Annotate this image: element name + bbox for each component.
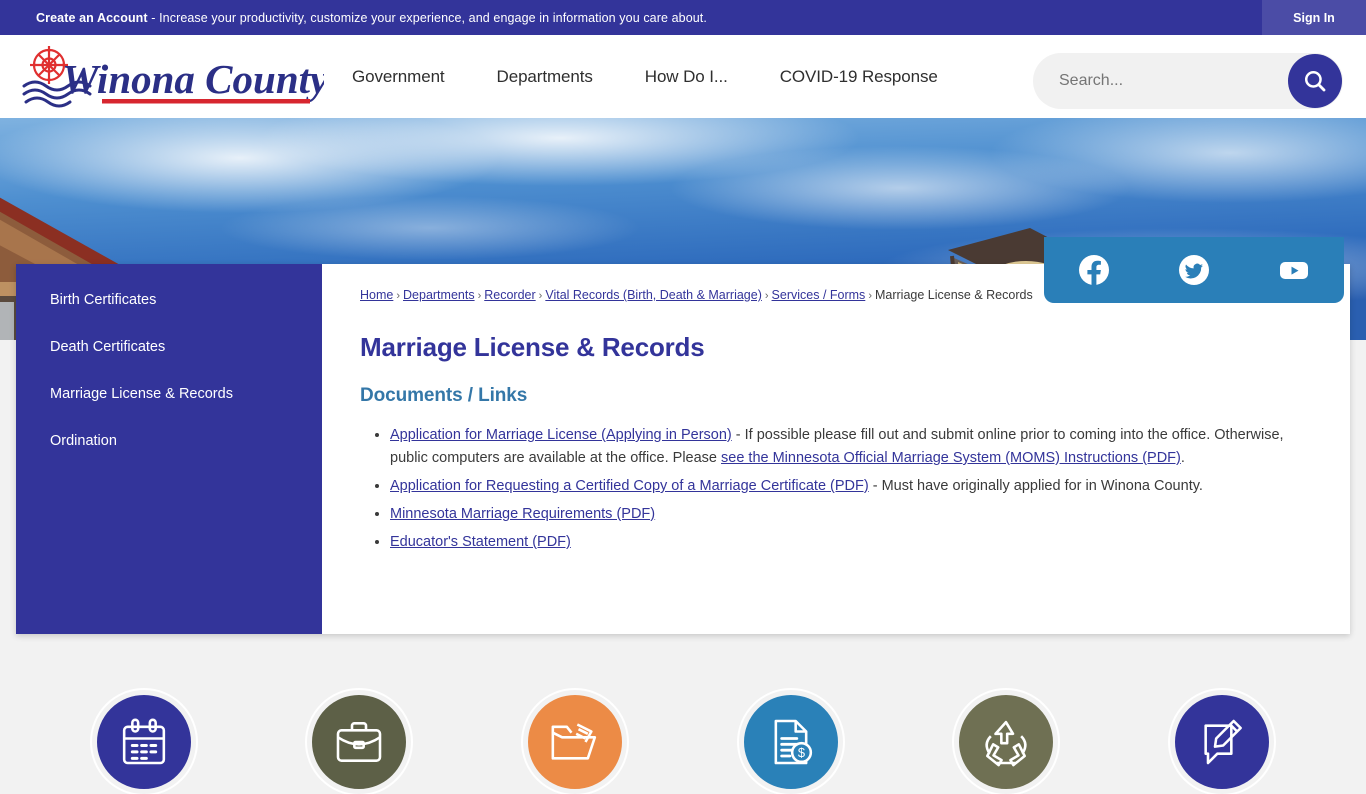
search-input[interactable]	[1059, 72, 1269, 90]
quicklinks-row: $	[0, 690, 1366, 794]
logo-wordmark: Winona County	[62, 56, 324, 102]
section-heading-documents-links: Documents / Links	[360, 385, 528, 406]
list-item: Educator's Statement (PDF)	[390, 531, 1320, 554]
site-header: Winona County Government Departments How…	[0, 35, 1366, 118]
sidebar-item-birth-certificates[interactable]: Birth Certificates	[16, 276, 322, 323]
twitter-icon[interactable]	[1178, 254, 1210, 286]
page-content-card: Birth Certificates Death Certificates Ma…	[16, 264, 1350, 634]
invoice-icon: $	[774, 719, 812, 765]
social-links-bar	[1044, 237, 1344, 303]
nav-item-departments[interactable]: Departments	[471, 67, 619, 87]
doc-description: - Must have originally applied for in Wi…	[868, 478, 1203, 494]
breadcrumb-link-services-forms[interactable]: Services / Forms	[772, 288, 866, 302]
youtube-icon[interactable]	[1278, 254, 1310, 286]
facebook-icon[interactable]	[1078, 254, 1110, 286]
main-column: Home › Departments › Recorder › Vital Records …	[322, 264, 1350, 634]
doc-link-educators-statement[interactable]: Educator's Statement (PDF)	[390, 534, 571, 550]
list-item: Minnesota Marriage Requirements (PDF)	[390, 503, 1320, 526]
breadcrumb-separator: ›	[538, 290, 543, 302]
footer-quicklinks-strip: $	[0, 634, 1366, 794]
quicklink-jobs[interactable]	[307, 690, 412, 794]
page-title: Marriage License & Records	[360, 332, 705, 362]
breadcrumb-link-recorder[interactable]: Recorder	[484, 288, 535, 302]
breadcrumb-link-vital-records[interactable]: Vital Records (Birth, Death & Marriage)	[545, 288, 762, 302]
breadcrumb-link-home[interactable]: Home	[360, 288, 393, 302]
doc-description-tail: .	[1180, 450, 1185, 466]
report-icon	[1204, 719, 1243, 765]
sidebar-item-ordination[interactable]: Ordination	[16, 417, 322, 464]
breadcrumb-current: Marriage License & Records	[874, 288, 1033, 302]
documents-links-list: Application for Marriage License (Applyi…	[360, 424, 1320, 554]
create-account-promo[interactable]: Create an Account - Increase your produc…	[36, 11, 707, 25]
primary-navigation: Government Departments How Do I... COVID…	[352, 35, 964, 118]
sidebar-item-death-certificates[interactable]: Death Certificates	[16, 323, 322, 370]
winona-county-logo[interactable]: Winona County	[14, 41, 324, 113]
quicklink-calendar[interactable]	[91, 690, 196, 794]
folder-icon	[551, 723, 597, 760]
create-account-link[interactable]: Create an Account	[36, 11, 148, 25]
sidebar-item-marriage-license-records[interactable]: Marriage License & Records	[16, 370, 322, 417]
briefcase-icon	[337, 722, 382, 762]
sign-in-button[interactable]: Sign In	[1262, 0, 1366, 35]
quicklink-report-concern[interactable]	[1170, 690, 1275, 794]
search-icon	[1304, 70, 1326, 92]
nav-item-how-do-i[interactable]: How Do I...	[619, 67, 754, 87]
search-box	[1033, 53, 1343, 109]
svg-text:$: $	[798, 745, 805, 760]
recycle-icon	[985, 720, 1027, 767]
nav-item-covid-19-response[interactable]: COVID-19 Response	[754, 67, 964, 87]
search-button[interactable]	[1288, 54, 1342, 108]
list-item: Application for Requesting a Certified C…	[390, 475, 1320, 498]
breadcrumb-separator: ›	[868, 290, 872, 302]
nav-item-government[interactable]: Government	[352, 67, 471, 87]
quicklink-documents[interactable]	[523, 690, 628, 794]
section-sidebar-nav: Birth Certificates Death Certificates Ma…	[16, 264, 322, 634]
breadcrumb-separator: ›	[396, 290, 401, 302]
breadcrumb-separator: ›	[764, 290, 769, 302]
list-item: Application for Marriage License (Applyi…	[390, 424, 1320, 470]
quicklink-pay-bill[interactable]: $	[738, 690, 843, 794]
top-utility-bar: Create an Account - Increase your produc…	[0, 0, 1366, 35]
breadcrumb-separator: ›	[477, 290, 482, 302]
quicklink-recycling[interactable]	[954, 690, 1059, 794]
doc-link-mn-marriage-requirements[interactable]: Minnesota Marriage Requirements (PDF)	[390, 506, 655, 522]
doc-link-marriage-license-application[interactable]: Application for Marriage License (Applyi…	[390, 427, 732, 443]
breadcrumb-link-departments[interactable]: Departments	[403, 288, 475, 302]
calendar-icon	[122, 718, 165, 765]
doc-link-moms-instructions[interactable]: see the Minnesota Official Marriage Syst…	[721, 450, 1181, 466]
doc-link-certified-copy-application[interactable]: Application for Requesting a Certified C…	[390, 478, 869, 494]
create-account-promo-text: - Increase your productivity, customize …	[147, 10, 707, 25]
